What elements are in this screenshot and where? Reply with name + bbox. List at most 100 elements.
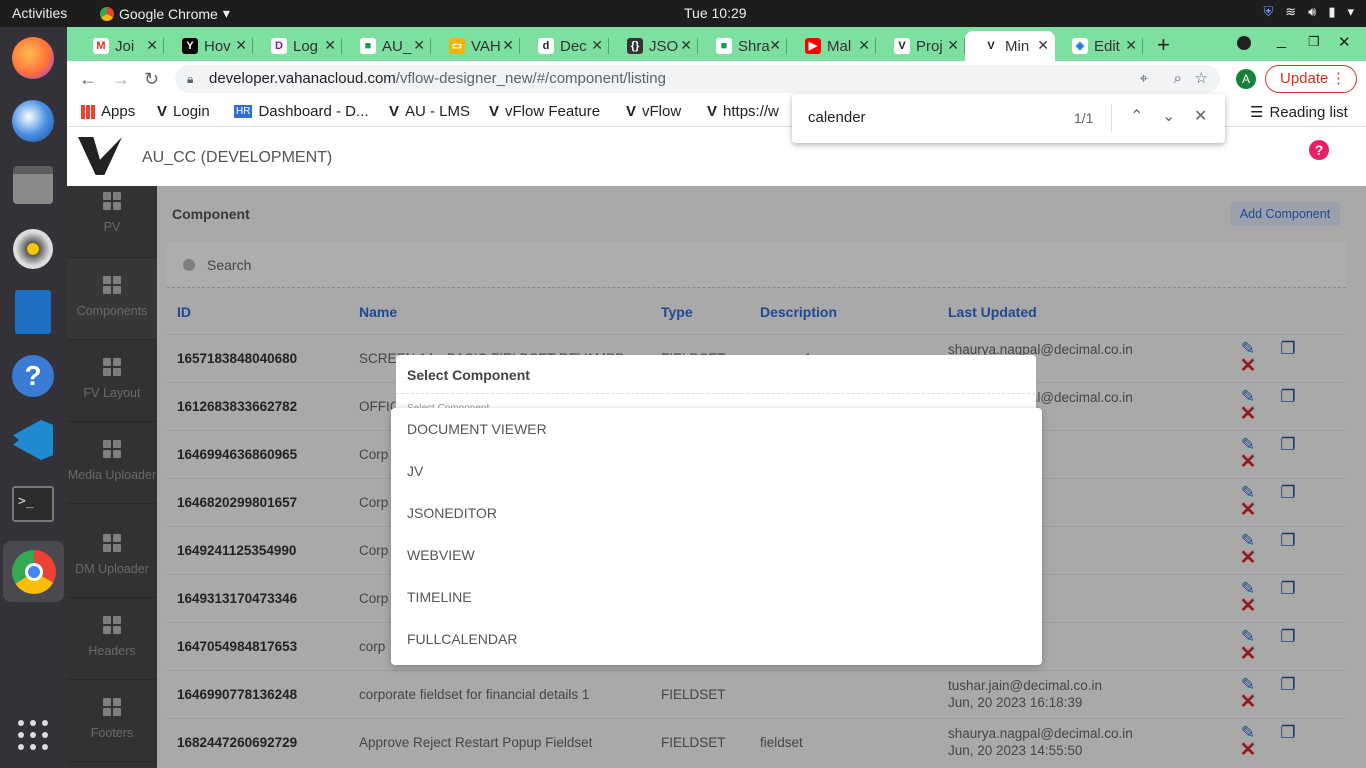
bookmark-au-lms[interactable]: V AU - LMS [389,103,470,120]
close-tab-icon[interactable]: ✕ [235,37,247,54]
browser-toolbar: ← → ↻ 🔒︎ developer.vahanacloud.com/vflow… [67,61,1366,97]
tab-9[interactable]: V Proj ✕ [876,31,965,61]
thunderbird-icon[interactable] [8,96,58,146]
reload-button[interactable]: ↻ [144,69,159,90]
help-icon[interactable]: ? [1309,140,1329,160]
dropdown-option[interactable]: DOCUMENT VIEWER [391,408,1042,450]
find-previous-button[interactable]: ⌃ [1130,106,1143,126]
dropdown-option[interactable]: TIMELINE [391,576,1042,618]
tab-separator [1142,38,1143,54]
tab-strip: M Joi ✕ Y Hov ✕ D Log ✕ ■ AU_ ✕ ▭ VAH ✕ d Dec ✕{} JSO ✕ ■ Shr… [67,27,1366,61]
vscode-icon[interactable] [8,415,58,465]
close-tab-icon[interactable]: ✕ [858,37,870,54]
tab-search-icon[interactable] [1237,36,1251,50]
help-icon[interactable]: ? [8,351,58,401]
dropdown-option[interactable]: FULLCALENDAR [391,618,1042,660]
tab-7[interactable]: ■ Shra ✕ [698,31,787,61]
tab-10[interactable]: V Min ✕ [965,31,1055,61]
profile-avatar[interactable]: A [1236,69,1256,89]
close-window-button[interactable]: ✕ [1338,33,1351,51]
close-tab-icon[interactable]: ✕ [1037,37,1049,54]
update-button[interactable]: Update ⋮ [1265,65,1357,93]
bookmark-label: Apps [101,103,136,120]
tab-1[interactable]: Y Hov ✕ [164,31,253,61]
tab-label: JSO [649,37,679,55]
find-input[interactable]: calender [808,109,866,126]
bookmark-star-icon[interactable]: ☆ [1195,65,1208,93]
close-tab-icon[interactable]: ✕ [680,37,692,54]
close-tab-icon[interactable]: ✕ [324,37,336,54]
files-icon[interactable] [8,160,58,210]
dropdown-option[interactable]: JV [391,450,1042,492]
find-next-button[interactable]: ⌄ [1162,106,1175,126]
dropdown-option[interactable]: JSONEDITOR [391,492,1042,534]
favicon-icon: ▭ [449,38,465,54]
find-close-button[interactable]: ✕ [1194,106,1207,126]
tab-5[interactable]: d Dec ✕ [520,31,609,61]
bookmark-login[interactable]: V Login [157,103,210,120]
close-tab-icon[interactable]: ✕ [1125,37,1137,54]
close-tab-icon[interactable]: ✕ [769,37,781,54]
volume-icon[interactable]: 🔊︎ [1308,4,1316,20]
battery-icon[interactable]: ▮ [1328,4,1335,20]
dropdown-option[interactable]: WEBVIEW [391,534,1042,576]
chevron-down-icon: ▾ [222,5,230,21]
system-tray[interactable]: ⛨ ≋ 🔊︎ ▮ ▾ [1263,4,1354,20]
tab-3[interactable]: ■ AU_ ✕ [342,31,431,61]
url-path: /vflow-designer_new/#/component/listing [395,70,666,87]
close-tab-icon[interactable]: ✕ [413,37,425,54]
minimize-button[interactable]: _ [1277,32,1286,50]
bookmark-label: https://w [723,103,779,120]
bookmark-vflow-feature[interactable]: VvFlow Feature [489,103,600,120]
app-menu[interactable]: Google Chrome ▾ [100,5,230,22]
divider [1111,104,1112,132]
bookmark-dashboard[interactable]: HR Dashboard - D... [234,103,369,120]
vahana-logo[interactable] [78,137,122,175]
find-page-icon[interactable]: ⌕ [1174,65,1182,93]
bookmark-label: vFlow [642,103,682,120]
tab-label: Mal [827,37,852,55]
maximize-button[interactable]: ❐ [1308,34,1320,50]
tab-8[interactable]: ▶ Mal ✕ [787,31,876,61]
clock[interactable]: Tue 10:29 [684,5,747,21]
chrome-icon [100,6,114,21]
tab-11[interactable]: ◈ Edit ✕ [1054,31,1143,61]
bookmark-vflow[interactable]: VvFlow [626,103,681,120]
forward-button[interactable]: → [112,69,130,90]
favicon-icon: V [983,38,999,54]
tab-4[interactable]: ▭ VAH ✕ [431,31,520,61]
dock: ? >_ [0,27,67,768]
activities-button[interactable]: Activities [12,5,67,21]
close-tab-icon[interactable]: ✕ [146,37,158,54]
new-tab-button[interactable]: + [1157,32,1170,58]
writer-icon[interactable] [8,287,58,337]
bookmark-apps[interactable]: Apps [81,103,135,120]
tab-2[interactable]: D Log ✕ [253,31,342,61]
bookmark-https[interactable]: Vhttps://w [707,103,779,120]
apps-grid-icon [81,104,95,119]
favicon-icon: ■ [360,38,376,54]
tab-0[interactable]: M Joi ✕ [75,31,164,61]
chrome-dock-icon[interactable] [3,541,64,602]
lock-icon[interactable]: 🔒︎ [187,65,193,93]
firefox-icon[interactable] [8,33,58,83]
close-tab-icon[interactable]: ✕ [591,37,603,54]
shield-icon[interactable]: ⛨ [1263,4,1273,20]
reading-list-button[interactable]: ☰ Reading list [1250,103,1348,122]
favicon-icon: D [271,38,287,54]
address-bar[interactable]: 🔒︎ developer.vahanacloud.com/vflow-desig… [175,65,1220,93]
find-bar: calender 1/1 ⌃ ⌄ ✕ [792,94,1225,143]
wifi-icon[interactable]: ≋ [1285,4,1296,20]
close-tab-icon[interactable]: ✕ [947,37,959,54]
app-title: AU_CC (DEVELOPMENT) [142,149,333,166]
vflow-icon: V [157,103,168,120]
show-apps-icon[interactable] [8,710,58,760]
close-tab-icon[interactable]: ✕ [502,37,514,54]
chevron-down-icon[interactable]: ▾ [1347,4,1354,20]
rhythmbox-icon[interactable] [8,224,58,274]
location-icon[interactable]: ⌖ [1140,65,1148,93]
select-component-dropdown: DOCUMENT VIEWER JV JSONEDITOR WEBVIEW TI… [391,408,1042,665]
tab-6[interactable]: {} JSO ✕ [609,31,698,61]
terminal-icon[interactable]: >_ [8,479,58,529]
back-button[interactable]: ← [79,69,97,90]
